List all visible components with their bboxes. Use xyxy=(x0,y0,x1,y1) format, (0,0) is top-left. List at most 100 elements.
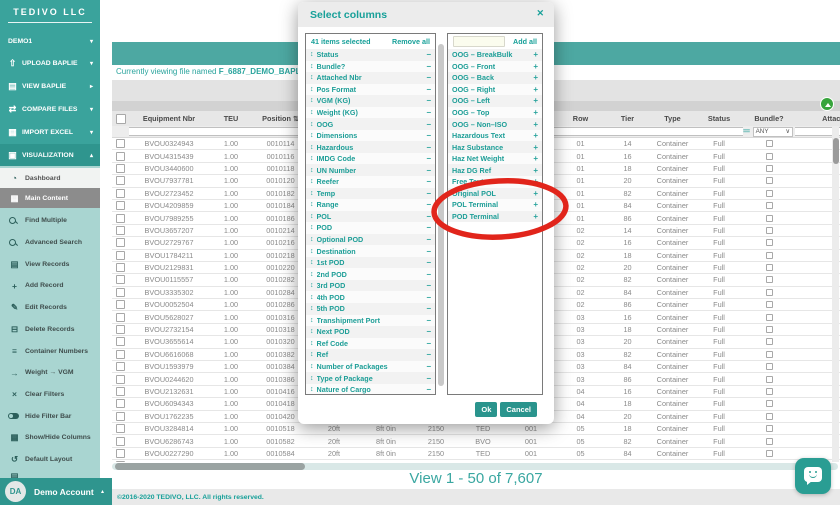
drag-handle-icon[interactable]: ↕ xyxy=(310,132,314,139)
drag-handle-icon[interactable]: ↕ xyxy=(310,386,314,393)
drag-handle-icon[interactable]: ↕ xyxy=(310,155,314,162)
remove-column-icon[interactable]: − xyxy=(426,85,431,94)
drag-handle-icon[interactable]: ↕ xyxy=(310,271,314,278)
selected-column-item[interactable]: ↕VGM (KG)− xyxy=(306,95,435,107)
drag-handle-icon[interactable]: ↕ xyxy=(310,86,314,93)
drag-handle-icon[interactable]: ↕ xyxy=(310,97,314,104)
table-row[interactable]: BVOU32848141.00001051820ft8ft 0in2150TED… xyxy=(112,423,840,435)
selected-column-item[interactable]: ↕UN Number− xyxy=(306,164,435,176)
row-checkbox[interactable] xyxy=(116,214,125,223)
bundle-checkbox[interactable] xyxy=(766,425,773,432)
add-column-icon[interactable]: + xyxy=(533,73,538,82)
sidebar-item-delete-records[interactable]: ⊟Delete Records xyxy=(0,319,100,341)
add-column-icon[interactable]: + xyxy=(533,143,538,152)
row-checkbox[interactable] xyxy=(116,412,125,421)
bundle-checkbox[interactable] xyxy=(766,289,773,296)
add-column-icon[interactable]: + xyxy=(533,108,538,117)
selected-column-item[interactable]: ↕Type of Package− xyxy=(306,372,435,384)
remove-column-icon[interactable]: − xyxy=(426,223,431,232)
remove-column-icon[interactable]: − xyxy=(426,350,431,359)
remove-column-icon[interactable]: − xyxy=(426,108,431,117)
column-header-label[interactable]: Tier xyxy=(621,114,634,123)
available-column-item[interactable]: OOG – Right+ xyxy=(448,84,542,96)
drag-handle-icon[interactable]: ↕ xyxy=(310,317,314,324)
remove-column-icon[interactable]: − xyxy=(426,235,431,244)
add-column-icon[interactable]: + xyxy=(533,154,538,163)
table-row[interactable]: BVOU02272901.00001058420ft8ft 0in2150TED… xyxy=(112,448,840,460)
selected-column-item[interactable]: ↕3rd POD− xyxy=(306,280,435,292)
remove-column-icon[interactable]: − xyxy=(426,281,431,290)
drag-handle-icon[interactable]: ↕ xyxy=(310,363,314,370)
available-column-item[interactable]: OOG – Top+ xyxy=(448,107,542,119)
available-column-item[interactable]: OOG – BreakBulk+ xyxy=(448,49,542,61)
filter-input[interactable] xyxy=(650,127,695,136)
row-checkbox[interactable] xyxy=(116,251,125,260)
selected-column-item[interactable]: ↕OOG− xyxy=(306,118,435,130)
drag-handle-icon[interactable]: ↕ xyxy=(310,178,314,185)
table-row[interactable]: BVOU62867431.00001058220ft8ft 0in2150BVO… xyxy=(112,435,840,447)
sidebar-item-clear-filters[interactable]: ×Clear Filters xyxy=(0,384,100,406)
remove-column-icon[interactable]: − xyxy=(426,96,431,105)
drag-handle-icon[interactable]: ↕ xyxy=(310,201,314,208)
remove-column-icon[interactable]: − xyxy=(426,143,431,152)
row-checkbox[interactable] xyxy=(116,437,125,446)
selected-column-item[interactable]: ↕Destination− xyxy=(306,245,435,257)
drag-handle-icon[interactable]: ↕ xyxy=(310,305,314,312)
column-header-label[interactable]: Attached Nbr xyxy=(822,114,840,123)
filter-input[interactable] xyxy=(605,127,650,136)
drag-handle-icon[interactable]: ↕ xyxy=(310,259,314,266)
selected-column-item[interactable]: ↕Temp− xyxy=(306,188,435,200)
column-header-label[interactable]: TEU xyxy=(224,114,239,123)
bundle-checkbox[interactable] xyxy=(766,153,773,160)
selected-column-item[interactable]: ↕IMDG Code− xyxy=(306,153,435,165)
selected-column-item[interactable]: ↕Weight (KG)− xyxy=(306,107,435,119)
drag-handle-icon[interactable]: ↕ xyxy=(310,190,314,197)
add-column-icon[interactable]: + xyxy=(533,200,538,209)
sidebar-item-hide-filter-bar[interactable]: Hide Filter Bar xyxy=(0,405,100,427)
drag-handle-icon[interactable]: ↕ xyxy=(310,351,314,358)
bundle-checkbox[interactable] xyxy=(766,264,773,271)
column-header-label[interactable]: Type xyxy=(664,114,681,123)
select-all-checkbox[interactable] xyxy=(116,114,126,124)
selected-column-item[interactable]: ↕Ref− xyxy=(306,349,435,361)
remove-column-icon[interactable]: − xyxy=(426,270,431,279)
available-column-item[interactable]: Haz Net Weight+ xyxy=(448,153,542,165)
row-checkbox[interactable] xyxy=(116,350,125,359)
drag-handle-icon[interactable]: ↕ xyxy=(310,282,314,289)
ok-button[interactable]: Ok xyxy=(475,402,497,417)
row-checkbox[interactable] xyxy=(116,313,125,322)
vertical-scrollbar-thumb[interactable] xyxy=(833,138,839,164)
available-column-item[interactable]: Original POL+ xyxy=(448,188,542,200)
remove-column-icon[interactable]: − xyxy=(426,385,431,394)
selected-column-item[interactable]: ↕Reefer− xyxy=(306,176,435,188)
filter-input[interactable] xyxy=(695,127,743,136)
bundle-checkbox[interactable] xyxy=(766,215,773,222)
remove-column-icon[interactable]: − xyxy=(426,304,431,313)
account-bar[interactable]: DA Demo Account ▴ xyxy=(0,478,112,505)
selected-column-item[interactable]: ↕Number of Packages− xyxy=(306,361,435,373)
available-column-item[interactable]: POD Terminal+ xyxy=(448,211,542,223)
remove-column-icon[interactable]: − xyxy=(426,293,431,302)
drag-handle-icon[interactable]: ↕ xyxy=(310,51,314,58)
row-checkbox[interactable] xyxy=(116,424,125,433)
sidebar-item-dashboard[interactable]: ◔Dashboard xyxy=(0,168,100,188)
horizontal-scrollbar-thumb[interactable] xyxy=(115,463,305,470)
drag-handle-icon[interactable]: ↕ xyxy=(310,224,314,231)
row-checkbox[interactable] xyxy=(116,164,125,173)
available-column-item[interactable]: OOG – Non–ISO+ xyxy=(448,118,542,130)
add-column-icon[interactable]: + xyxy=(533,120,538,129)
cancel-button[interactable]: Cancel xyxy=(500,402,537,417)
row-checkbox[interactable] xyxy=(116,288,125,297)
vertical-scrollbar[interactable] xyxy=(832,126,839,462)
bundle-checkbox[interactable] xyxy=(766,438,773,445)
bundle-checkbox[interactable] xyxy=(766,376,773,383)
selected-column-item[interactable]: ↕Dimensions− xyxy=(306,130,435,142)
drag-handle-icon[interactable]: ↕ xyxy=(310,109,314,116)
bundle-checkbox[interactable] xyxy=(766,338,773,345)
selected-column-item[interactable]: ↕1st POD− xyxy=(306,257,435,269)
bundle-checkbox[interactable] xyxy=(766,177,773,184)
bundle-checkbox[interactable] xyxy=(766,140,773,147)
bundle-checkbox[interactable] xyxy=(766,413,773,420)
available-column-item[interactable]: OOG – Left+ xyxy=(448,95,542,107)
bundle-checkbox[interactable] xyxy=(766,202,773,209)
